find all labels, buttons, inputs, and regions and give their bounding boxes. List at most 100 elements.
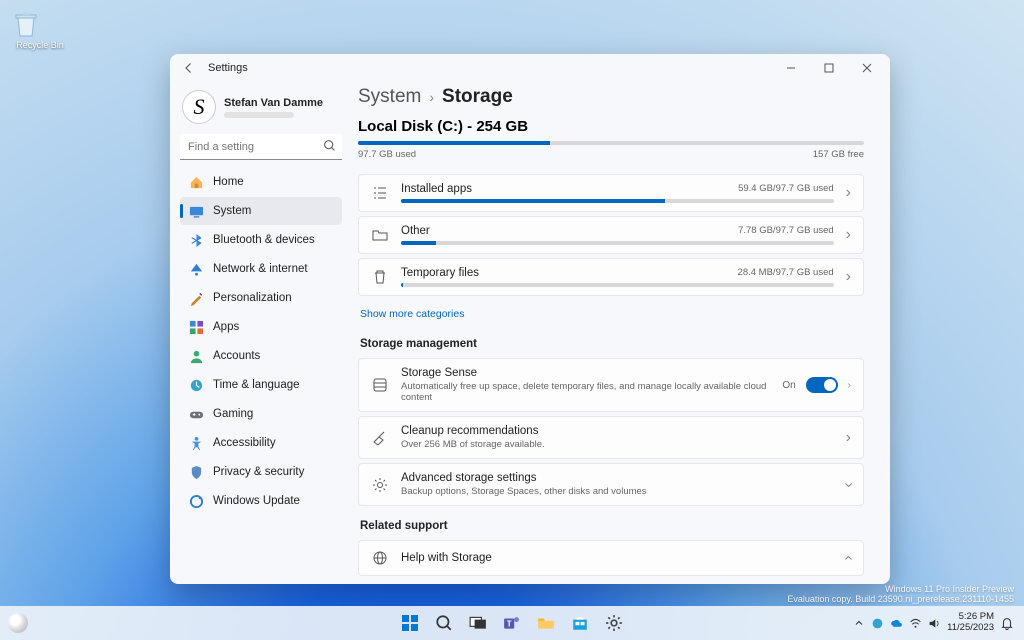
notifications-icon[interactable] (1000, 616, 1014, 630)
category-temp[interactable]: Temporary files28.4 MB/97.7 GB used › (358, 258, 864, 296)
network-icon (188, 261, 204, 277)
maximize-icon (824, 63, 834, 73)
search-input[interactable] (180, 134, 342, 160)
sidebar-item-accessibility[interactable]: Accessibility (180, 429, 342, 457)
store-icon (571, 614, 589, 632)
storage-sense-toggle[interactable] (806, 377, 838, 393)
disk-title: Local Disk (C:) - 254 GB (358, 118, 864, 135)
sidebar-item-system[interactable]: System (180, 197, 342, 225)
home-icon (188, 174, 204, 190)
chevron-up-icon: › (839, 555, 857, 560)
breadcrumb: System › Storage (358, 86, 864, 108)
search-icon (435, 614, 453, 632)
gear-icon (371, 476, 389, 494)
breadcrumb-current: Storage (442, 86, 513, 108)
apps-list-icon (371, 184, 389, 202)
sidebar-item-accounts[interactable]: Accounts (180, 342, 342, 370)
user-name: Stefan Van Damme (224, 97, 323, 109)
gear-icon (605, 614, 623, 632)
privacy-icon (188, 464, 204, 480)
sidebar-item-bluetooth[interactable]: Bluetooth & devices (180, 226, 342, 254)
breadcrumb-prev[interactable]: System (358, 86, 421, 108)
toggle-label: On (782, 380, 795, 391)
maximize-button[interactable] (810, 55, 848, 81)
accounts-icon (188, 348, 204, 364)
show-more-categories-link[interactable]: Show more categories (360, 308, 464, 320)
storage-management-heading: Storage management (360, 338, 864, 350)
window-titlebar: Settings (170, 54, 890, 82)
search-icon (323, 139, 336, 152)
minimize-icon (786, 63, 796, 73)
onedrive-icon (890, 617, 903, 630)
disk-usage-bar (358, 141, 864, 145)
search-taskbar[interactable] (429, 608, 459, 638)
system-icon (188, 203, 204, 219)
profile-block[interactable]: S Stefan Van Damme (180, 86, 342, 132)
explorer-button[interactable] (531, 608, 561, 638)
personalization-icon (188, 290, 204, 306)
advanced-storage-card[interactable]: Advanced storage settings Backup options… (358, 463, 864, 506)
avatar: S (182, 90, 216, 124)
chevron-up-icon (853, 617, 865, 629)
user-sub-placeholder (224, 112, 294, 118)
disk-free-label: 157 GB free (813, 149, 864, 160)
sidebar-item-home[interactable]: Home (180, 168, 342, 196)
chevron-down-icon: › (839, 482, 857, 487)
trash-icon (371, 268, 389, 286)
storage-sense-icon (371, 376, 389, 394)
minimize-button[interactable] (772, 55, 810, 81)
apps-icon (188, 319, 204, 335)
teams-icon: T (503, 614, 521, 632)
sidebar-item-apps[interactable]: Apps (180, 313, 342, 341)
volume-icon (928, 617, 941, 630)
sidebar-item-privacy[interactable]: Privacy & security (180, 458, 342, 486)
chevron-right-icon: › (846, 429, 851, 447)
desktop-icon-recycle-bin[interactable]: Recycle Bin (10, 8, 70, 50)
help-storage-card[interactable]: Help with Storage › (358, 540, 864, 576)
sidebar-item-time[interactable]: Time & language (180, 371, 342, 399)
windows-icon (400, 613, 420, 633)
globe-icon (371, 549, 389, 567)
taskview-icon (469, 614, 487, 632)
accessibility-icon (188, 435, 204, 451)
close-button[interactable] (848, 55, 886, 81)
storage-sense-card[interactable]: Storage Sense Automatically free up spac… (358, 358, 864, 412)
chevron-right-icon: › (846, 226, 851, 244)
svg-text:T: T (507, 619, 512, 628)
cleanup-card[interactable]: Cleanup recommendations Over 256 MB of s… (358, 416, 864, 459)
system-tray[interactable] (853, 617, 941, 630)
main-content: System › Storage Local Disk (C:) - 254 G… (348, 82, 890, 584)
chevron-right-icon: › (846, 184, 851, 202)
category-other[interactable]: Other7.78 GB/97.7 GB used › (358, 216, 864, 254)
taskbar: T 5:26 PM 11/25/2023 (0, 606, 1024, 640)
teams-button[interactable]: T (497, 608, 527, 638)
watermark: Windows 11 Pro Insider Preview Evaluatio… (787, 584, 1014, 604)
settings-window: Settings S Stefan Van Damme Home System (170, 54, 890, 584)
update-icon (188, 493, 204, 509)
search-box (180, 134, 342, 160)
close-icon (862, 63, 872, 73)
time-icon (188, 377, 204, 393)
start-button[interactable] (395, 608, 425, 638)
folder-icon (537, 614, 555, 632)
settings-button[interactable] (599, 608, 629, 638)
window-title: Settings (208, 62, 248, 74)
sidebar-item-gaming[interactable]: Gaming (180, 400, 342, 428)
clock[interactable]: 5:26 PM 11/25/2023 (947, 612, 994, 634)
sidebar-item-personalization[interactable]: Personalization (180, 284, 342, 312)
back-button[interactable] (180, 59, 198, 77)
recycle-bin-icon (10, 8, 42, 40)
arrow-left-icon (183, 62, 195, 74)
sidebar-item-network[interactable]: Network & internet (180, 255, 342, 283)
store-button[interactable] (565, 608, 595, 638)
disk-used-label: 97.7 GB used (358, 149, 416, 160)
weather-widget[interactable] (8, 613, 28, 633)
category-installed-apps[interactable]: Installed apps59.4 GB/97.7 GB used › (358, 174, 864, 212)
desktop-icon-label: Recycle Bin (10, 40, 70, 50)
chevron-right-icon: › (846, 268, 851, 286)
task-view[interactable] (463, 608, 493, 638)
wifi-icon (909, 617, 922, 630)
gaming-icon (188, 406, 204, 422)
edge-icon (871, 617, 884, 630)
sidebar-item-update[interactable]: Windows Update (180, 487, 342, 515)
